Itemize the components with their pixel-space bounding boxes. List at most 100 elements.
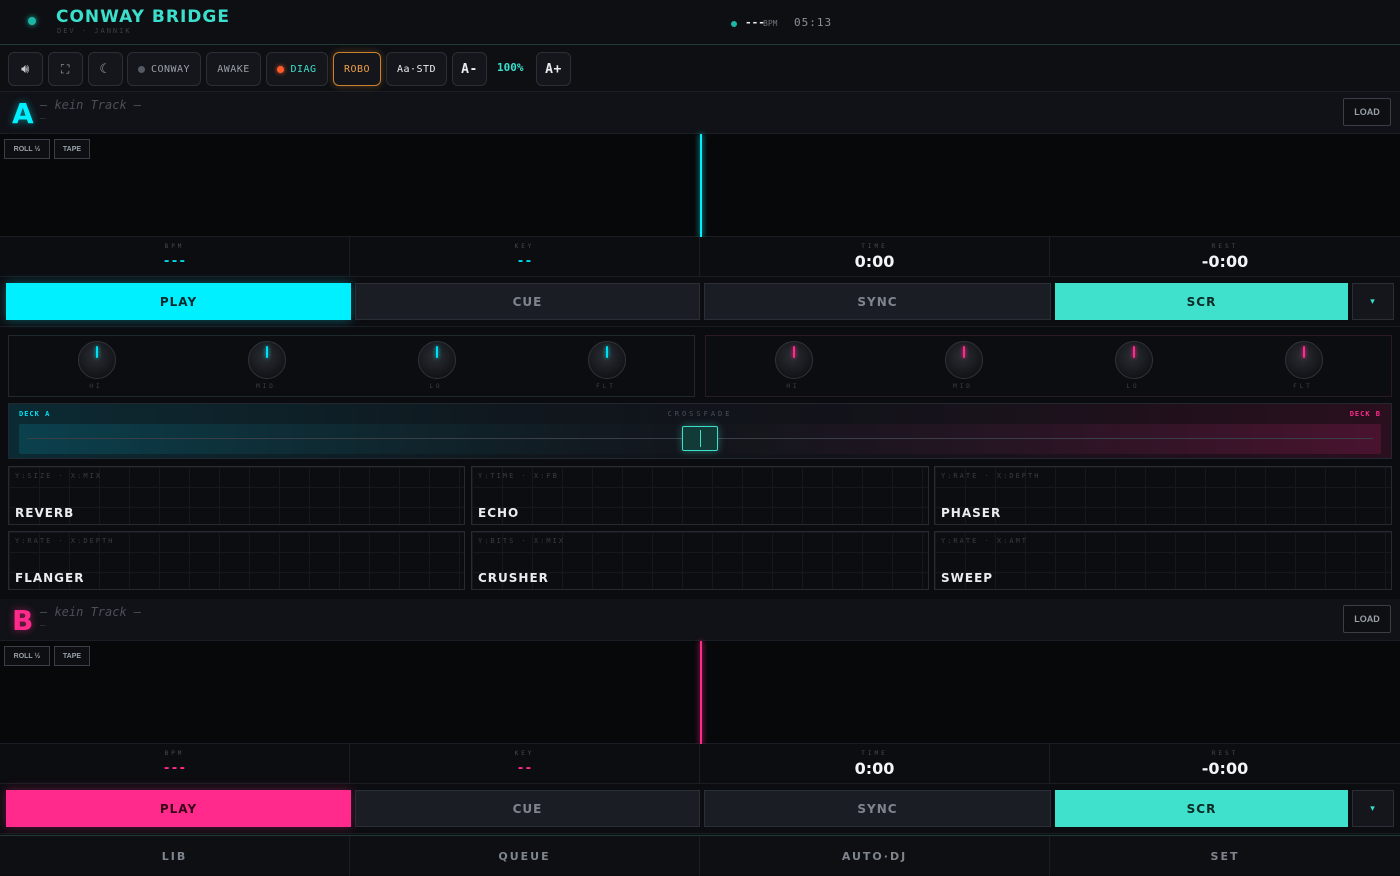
- fx-name-label: REVERB: [15, 506, 75, 520]
- deck-b-cue-button[interactable]: CUE: [355, 790, 700, 827]
- header-clock: 05:13: [794, 16, 833, 29]
- deck-a-key-value: --: [516, 254, 533, 269]
- deck-a-track-artist: –: [40, 114, 46, 124]
- tab-queue[interactable]: QUEUE: [350, 836, 700, 876]
- fx-params-label: Y:SIZE · X:MIX: [15, 472, 103, 480]
- knob-indicator: [96, 346, 98, 358]
- deck-a-bpm-value: ---: [162, 254, 187, 269]
- deck-b-mid-label: MID: [953, 383, 973, 390]
- robo-button[interactable]: ROBO: [333, 52, 381, 86]
- toolbar: 🔊︎ ⛶ ☾ CONWAY AWAKE DIAG ROBO Aa·STD A- …: [0, 45, 1400, 92]
- font-increase-label: A+: [545, 61, 562, 77]
- tab-auto-dj[interactable]: AUTO·DJ: [700, 836, 1050, 876]
- fx-crusher-pad[interactable]: Y:BITS · X:MIX CRUSHER: [471, 531, 929, 590]
- app-subtitle: DEV · JANNIK: [57, 27, 132, 35]
- knob-indicator: [793, 346, 795, 358]
- deck-a-play-button[interactable]: PLAY: [6, 283, 351, 320]
- deck-b-flt-knob[interactable]: [1285, 341, 1323, 379]
- fx-name-label: FLANGER: [15, 571, 85, 585]
- chevron-down-icon: ▾: [1370, 296, 1376, 307]
- crossfader-title: CROSSFADE: [667, 410, 733, 418]
- fx-params-label: Y:TIME · X:FB: [478, 472, 559, 480]
- tab-lib[interactable]: LIB: [0, 836, 350, 876]
- deck-a-flt-label: FLT: [596, 383, 616, 390]
- font-decrease-button[interactable]: A-: [452, 52, 487, 86]
- moon-icon: ☾: [99, 61, 112, 76]
- deck-b-scr-button[interactable]: SCR: [1055, 790, 1348, 827]
- deck-a-rest-label: REST: [1211, 243, 1239, 250]
- deck-b-info-row: BPM --- KEY -- TIME 0:00 REST -0:00: [0, 744, 1400, 784]
- tab-set[interactable]: SET: [1050, 836, 1400, 876]
- fx-reverb-pad[interactable]: Y:SIZE · X:MIX REVERB: [8, 466, 465, 525]
- deck-a-bpm-label: BPM: [164, 243, 185, 250]
- fullscreen-button[interactable]: ⛶: [48, 52, 83, 86]
- bottom-nav: LIB QUEUE AUTO·DJ SET: [0, 835, 1400, 876]
- deck-a-hi-knob[interactable]: [78, 341, 116, 379]
- deck-a-tape-button[interactable]: TAPE: [54, 139, 90, 159]
- header-bpm-unit: BPM: [763, 19, 778, 28]
- deck-b-lo-knob[interactable]: [1115, 341, 1153, 379]
- deck-a-info-row: BPM --- KEY -- TIME 0:00 REST -0:00: [0, 237, 1400, 277]
- deck-b-mid-knob[interactable]: [945, 341, 983, 379]
- knob-indicator: [1303, 346, 1305, 358]
- deck-a-load-button[interactable]: LOAD: [1343, 98, 1391, 126]
- fullscreen-icon: ⛶: [61, 61, 70, 76]
- deck-a-mid-knob[interactable]: [248, 341, 286, 379]
- zoom-level: 100%: [497, 61, 524, 74]
- deck-b-more-button[interactable]: ▾: [1352, 790, 1394, 827]
- deck-b-bpm-cell: BPM ---: [0, 744, 350, 784]
- deck-b-play-button[interactable]: PLAY: [6, 790, 351, 827]
- deck-b-key-value: --: [516, 761, 533, 776]
- awake-button[interactable]: AWAKE: [206, 52, 261, 86]
- deck-a-lo-knob[interactable]: [418, 341, 456, 379]
- deck-a-hi-label: HI: [89, 383, 103, 390]
- volume-button[interactable]: 🔊︎: [8, 52, 43, 86]
- deck-b-key-cell: KEY --: [350, 744, 700, 784]
- deck-a-cue-button[interactable]: CUE: [355, 283, 700, 320]
- deck-a-flt-knob[interactable]: [588, 341, 626, 379]
- deck-a-time-cell: TIME 0:00: [700, 237, 1050, 277]
- crossfader-panel: DECK A CROSSFADE DECK B: [8, 403, 1392, 459]
- deck-b-waveform[interactable]: ROLL ½ TAPE: [0, 641, 1400, 744]
- fx-name-label: ECHO: [478, 506, 520, 520]
- theme-toggle-button[interactable]: ☾: [88, 52, 123, 86]
- knob-indicator: [266, 346, 268, 358]
- deck-a-scr-button[interactable]: SCR: [1055, 283, 1348, 320]
- deck-b-transport: PLAY CUE SYNC SCR ▾: [0, 784, 1400, 834]
- fx-name-label: PHASER: [941, 506, 1002, 520]
- deck-b-tape-button[interactable]: TAPE: [54, 646, 90, 666]
- deck-b-rest-label: REST: [1211, 750, 1239, 757]
- deck-b-load-button[interactable]: LOAD: [1343, 605, 1391, 633]
- deck-a-sync-button[interactable]: SYNC: [704, 283, 1051, 320]
- fx-name-label: SWEEP: [941, 571, 994, 585]
- deck-a-key-cell: KEY --: [350, 237, 700, 277]
- deck-b-roll-button[interactable]: ROLL ½: [4, 646, 50, 666]
- font-std-button[interactable]: Aa·STD: [386, 52, 447, 86]
- deck-b-bpm-label: BPM: [164, 750, 185, 757]
- deck-a-rest-cell: REST -0:00: [1050, 237, 1400, 277]
- status-dot-icon: [137, 65, 145, 73]
- crossfader-track[interactable]: [19, 424, 1381, 454]
- diag-button[interactable]: DIAG: [266, 52, 328, 86]
- knob-indicator: [1133, 346, 1135, 358]
- app-header: CONWAY BRIDGE DEV · JANNIK --- BPM 05:13: [0, 0, 1400, 45]
- deck-b-sync-button[interactable]: SYNC: [704, 790, 1051, 827]
- deck-a-eq-panel: HI MID LO FLT: [8, 335, 695, 397]
- font-std-label: Aa·STD: [396, 63, 437, 75]
- crossfader-handle[interactable]: [682, 426, 718, 451]
- diag-record-dot-icon: [277, 65, 285, 73]
- font-increase-button[interactable]: A+: [536, 52, 571, 86]
- deck-b-time-value: 0:00: [854, 759, 895, 778]
- fx-phaser-pad[interactable]: Y:RATE · X:DEPTH PHASER: [934, 466, 1392, 525]
- fx-sweep-pad[interactable]: Y:RATE · X:AMT SWEEP: [934, 531, 1392, 590]
- conway-button[interactable]: CONWAY: [127, 52, 201, 86]
- deck-a-waveform[interactable]: ROLL ½ TAPE: [0, 134, 1400, 237]
- fx-echo-pad[interactable]: Y:TIME · X:FB ECHO: [471, 466, 929, 525]
- deck-a-more-button[interactable]: ▾: [1352, 283, 1394, 320]
- fx-params-label: Y:BITS · X:MIX: [478, 537, 566, 545]
- deck-a-roll-button[interactable]: ROLL ½: [4, 139, 50, 159]
- deck-a-bpm-cell: BPM ---: [0, 237, 350, 277]
- fx-flanger-pad[interactable]: Y:RATE · X:DEPTH FLANGER: [8, 531, 465, 590]
- deck-b-hi-knob[interactable]: [775, 341, 813, 379]
- crossfader-deck-b-label: DECK B: [1349, 410, 1381, 418]
